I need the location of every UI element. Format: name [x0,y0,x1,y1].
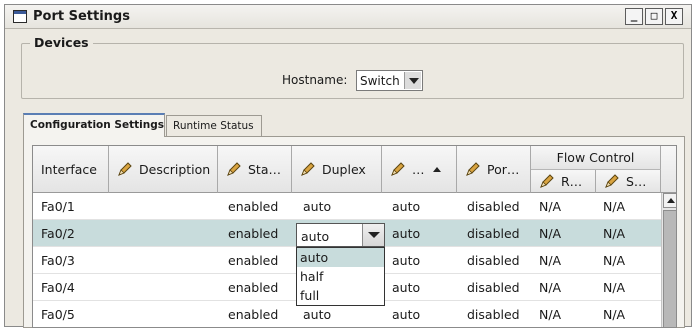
cell-duplex[interactable]: auto [303,307,331,322]
cell-speed[interactable]: auto [392,226,420,241]
cell-status[interactable]: enabled [228,307,278,322]
minimize-button[interactable]: _ [625,8,643,25]
maximize-button[interactable]: □ [645,8,663,25]
cell-port[interactable]: disabled [467,226,520,241]
cell-interface: Fa0/5 [41,307,75,322]
cell-port[interactable]: disabled [467,199,520,214]
column-header-label: Por… [487,161,520,177]
title-bar[interactable]: Port Settings _ □ X [5,5,691,29]
cell-port[interactable]: disabled [467,307,520,322]
vertical-scrollbar[interactable] [661,193,676,327]
column-header-label: Interface [41,161,97,177]
dropdown-arrow-icon[interactable] [404,72,421,89]
column-header-label: Sta… [248,161,281,177]
pencil-icon [466,162,480,176]
cell-flow-s[interactable]: N/A [603,280,625,295]
configuration-settings-panel: Interface Description Sta… Duplex … Por…… [23,136,685,328]
window-icon [13,10,27,23]
cell-status[interactable]: enabled [228,280,278,295]
tab-configuration-settings[interactable]: Configuration Settings [23,113,165,137]
duplex-combo-editor[interactable]: auto [296,223,385,247]
cell-speed[interactable]: auto [392,253,420,268]
pencil-icon [118,162,132,176]
column-header-label: Duplex [322,161,366,177]
cell-port[interactable]: disabled [467,253,520,268]
port-settings-window: Port Settings _ □ X Devices Hostname: Sw… [4,4,692,328]
devices-legend: Devices [30,35,93,50]
cell-flow-r[interactable]: N/A [539,253,561,268]
cell-flow-r[interactable]: N/A [539,226,561,241]
duplex-option-full[interactable]: full [297,286,384,305]
pencil-icon [227,162,241,176]
hostname-label: Hostname: [282,73,348,87]
column-header-flow-s[interactable]: S… [596,170,661,193]
window-title: Port Settings [33,9,130,24]
pencil-icon [605,174,619,188]
column-group-label: Flow Control [556,150,635,165]
cell-flow-r[interactable]: N/A [539,199,561,214]
dropdown-arrow-icon[interactable] [362,224,384,246]
cell-status[interactable]: enabled [228,226,278,241]
tab-runtime-status[interactable]: Runtime Status [166,115,262,137]
header-corner [661,146,676,193]
pencil-icon [540,174,554,188]
table-row[interactable]: Fa0/1 enabled auto auto disabled N/A N/A [33,193,661,220]
column-header-speed[interactable]: … [382,146,457,193]
column-header-flow-r[interactable]: R… [531,170,596,193]
cell-duplex[interactable]: auto [303,199,331,214]
close-button[interactable]: X [665,8,683,25]
cell-flow-s[interactable]: N/A [603,226,625,241]
column-header-duplex[interactable]: Duplex [292,146,382,193]
cell-interface: Fa0/4 [41,280,75,295]
column-header-label: … [412,161,425,177]
cell-port[interactable]: disabled [467,280,520,295]
cell-flow-r[interactable]: N/A [539,280,561,295]
hostname-select[interactable]: Switch [356,70,423,91]
cell-interface: Fa0/3 [41,253,75,268]
column-header-status[interactable]: Sta… [218,146,292,193]
cell-status[interactable]: enabled [228,199,278,214]
cell-flow-s[interactable]: N/A [603,199,625,214]
column-header-interface[interactable]: Interface [33,146,109,193]
cell-speed[interactable]: auto [392,280,420,295]
column-header-label: R… [561,173,583,189]
duplex-option-auto[interactable]: auto [297,248,384,267]
duplex-dropdown-list: auto half full [296,247,385,306]
scrollbar-thumb[interactable] [663,210,676,327]
cell-interface: Fa0/1 [41,199,75,214]
port-table: Interface Description Sta… Duplex … Por…… [32,145,677,328]
column-group-flow-control: Flow Control [531,146,661,170]
scroll-up-arrow-icon[interactable] [663,193,676,208]
window-controls: _ □ X [625,8,683,25]
cell-speed[interactable]: auto [392,307,420,322]
duplex-editor-value: auto [301,229,330,244]
devices-group: Devices Hostname: Switch [21,35,684,99]
pencil-icon [391,162,405,176]
cell-flow-r[interactable]: N/A [539,307,561,322]
column-header-label: S… [626,173,647,189]
column-header-port[interactable]: Por… [457,146,531,193]
cell-flow-s[interactable]: N/A [603,307,625,322]
hostname-value: Switch [360,74,400,88]
cell-speed[interactable]: auto [392,199,420,214]
column-header-description[interactable]: Description [109,146,218,193]
duplex-option-half[interactable]: half [297,267,384,286]
cell-status[interactable]: enabled [228,253,278,268]
cell-interface: Fa0/2 [41,226,75,241]
cell-flow-s[interactable]: N/A [603,253,625,268]
pencil-icon [301,162,315,176]
column-header-label: Description [139,161,211,177]
sort-ascending-icon [432,166,441,172]
